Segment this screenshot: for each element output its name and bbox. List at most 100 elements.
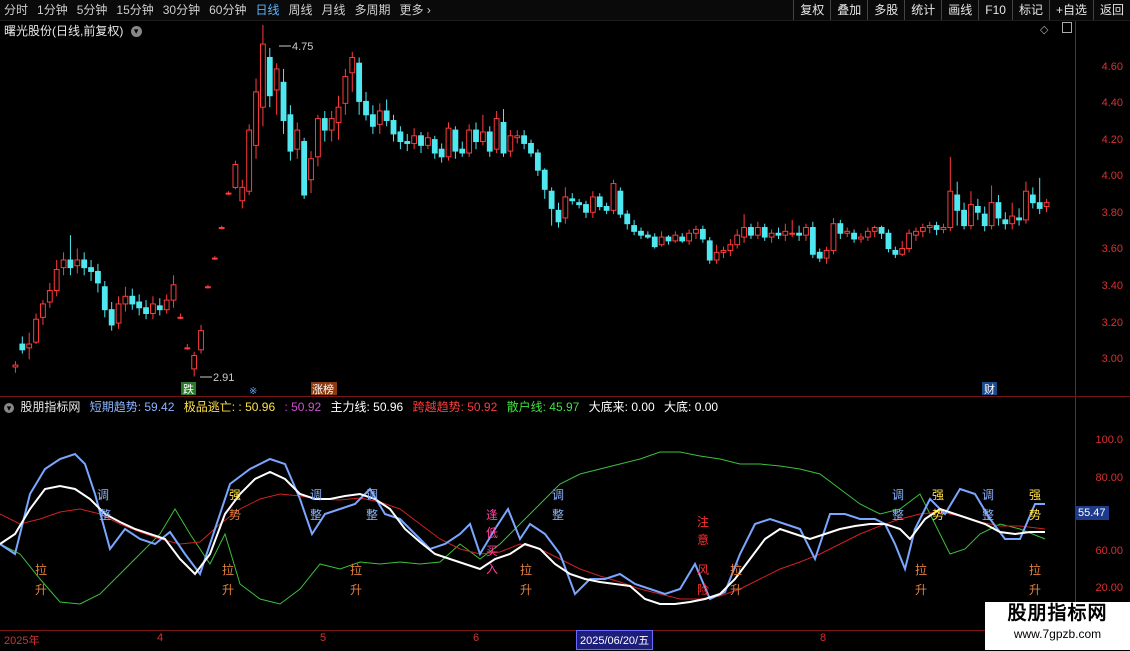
candle[interactable] [397, 126, 404, 150]
candle[interactable] [617, 187, 624, 218]
candle[interactable] [266, 47, 273, 108]
candle[interactable] [693, 225, 699, 239]
tab-5min[interactable]: 5分钟 [77, 2, 108, 18]
candle[interactable] [995, 195, 1002, 226]
candle[interactable] [260, 25, 266, 127]
candle[interactable] [913, 227, 919, 241]
candle[interactable] [906, 229, 912, 253]
tab-fenshi[interactable]: 分时 [4, 2, 28, 18]
candle[interactable] [1043, 198, 1050, 213]
candle[interactable] [844, 227, 851, 238]
candle[interactable] [232, 160, 239, 190]
candle[interactable] [954, 181, 961, 226]
candle[interactable] [864, 227, 871, 241]
tab-monthly[interactable]: 月线 [322, 2, 346, 18]
candle[interactable] [803, 223, 809, 241]
candle[interactable] [589, 191, 596, 218]
candle[interactable] [253, 78, 259, 159]
candle[interactable] [314, 114, 321, 167]
chevron-down-icon[interactable]: ▾ [130, 26, 142, 38]
candle[interactable] [631, 219, 638, 236]
candle[interactable] [81, 252, 88, 276]
candle[interactable] [12, 361, 19, 373]
candle[interactable] [672, 231, 679, 243]
candle[interactable] [858, 233, 864, 243]
tab-60min[interactable]: 60分钟 [209, 2, 246, 18]
candle[interactable] [871, 225, 878, 238]
candle[interactable] [156, 298, 163, 316]
candle[interactable] [809, 221, 816, 259]
candle[interactable] [665, 235, 672, 245]
tab-30min[interactable]: 30分钟 [163, 2, 200, 18]
candle[interactable] [816, 248, 823, 262]
candle[interactable] [473, 122, 479, 150]
candle[interactable] [19, 336, 26, 354]
candle[interactable] [26, 332, 33, 360]
candlestick-chart[interactable]: 4.75 2.91 跌 ※ 涨榜 财 [0, 21, 1075, 396]
candle[interactable] [424, 131, 431, 150]
candle[interactable] [170, 275, 177, 308]
candle[interactable] [823, 246, 830, 264]
candle[interactable] [961, 202, 967, 230]
candle[interactable] [376, 103, 383, 134]
candle[interactable] [321, 110, 328, 142]
candle[interactable] [335, 95, 342, 140]
candle[interactable] [583, 200, 589, 218]
candle[interactable] [603, 202, 610, 215]
event-star-icon[interactable]: ※ [249, 386, 257, 396]
candle[interactable] [741, 214, 748, 243]
candle[interactable] [878, 225, 885, 239]
candle[interactable] [205, 284, 211, 289]
candle[interactable] [837, 219, 844, 239]
candle[interactable] [651, 233, 658, 249]
marker-cai[interactable]: 财 [982, 382, 997, 396]
candle[interactable] [122, 286, 129, 312]
candle[interactable] [411, 128, 418, 150]
candle[interactable] [294, 122, 301, 159]
candle[interactable] [789, 219, 796, 238]
tab-15min[interactable]: 15分钟 [116, 2, 153, 18]
candle[interactable] [713, 244, 720, 264]
candle[interactable] [644, 231, 651, 239]
candle[interactable] [699, 225, 706, 243]
candle[interactable] [754, 221, 761, 239]
add-watchlist-button[interactable]: +自选 [1048, 0, 1093, 20]
candle[interactable] [438, 143, 445, 163]
candle[interactable] [555, 202, 562, 228]
candle[interactable] [404, 133, 411, 152]
tab-more[interactable]: 更多 › [400, 2, 431, 18]
candle[interactable] [775, 227, 782, 239]
candle[interactable] [328, 110, 335, 142]
candle[interactable] [431, 135, 438, 159]
candle[interactable] [280, 68, 287, 134]
candle[interactable] [988, 185, 995, 230]
candle[interactable] [150, 296, 156, 320]
candle[interactable] [562, 187, 569, 224]
candle[interactable] [734, 229, 741, 249]
candle[interactable] [851, 229, 857, 243]
candle[interactable] [1009, 202, 1016, 230]
candle[interactable] [108, 302, 115, 331]
candle[interactable] [369, 105, 376, 134]
candle[interactable] [1023, 181, 1029, 224]
candle[interactable] [445, 122, 452, 161]
candle[interactable] [129, 288, 136, 310]
candle[interactable] [349, 51, 356, 92]
candle[interactable] [720, 246, 727, 259]
multi-stock-button[interactable]: 多股 [867, 0, 904, 20]
candle[interactable] [46, 282, 53, 308]
candle[interactable] [136, 294, 143, 316]
candle[interactable] [569, 193, 576, 205]
candle[interactable] [576, 198, 583, 209]
candle[interactable] [610, 179, 617, 215]
candle[interactable] [486, 126, 493, 157]
candle[interactable] [479, 114, 486, 146]
tab-1min[interactable]: 1分钟 [37, 2, 68, 18]
candle[interactable] [163, 294, 170, 314]
candle[interactable] [899, 240, 906, 257]
candle[interactable] [308, 151, 314, 194]
candle[interactable] [548, 187, 555, 226]
candle[interactable] [493, 110, 500, 154]
candle[interactable] [624, 210, 631, 230]
marker-die[interactable]: 跌 [181, 382, 196, 396]
